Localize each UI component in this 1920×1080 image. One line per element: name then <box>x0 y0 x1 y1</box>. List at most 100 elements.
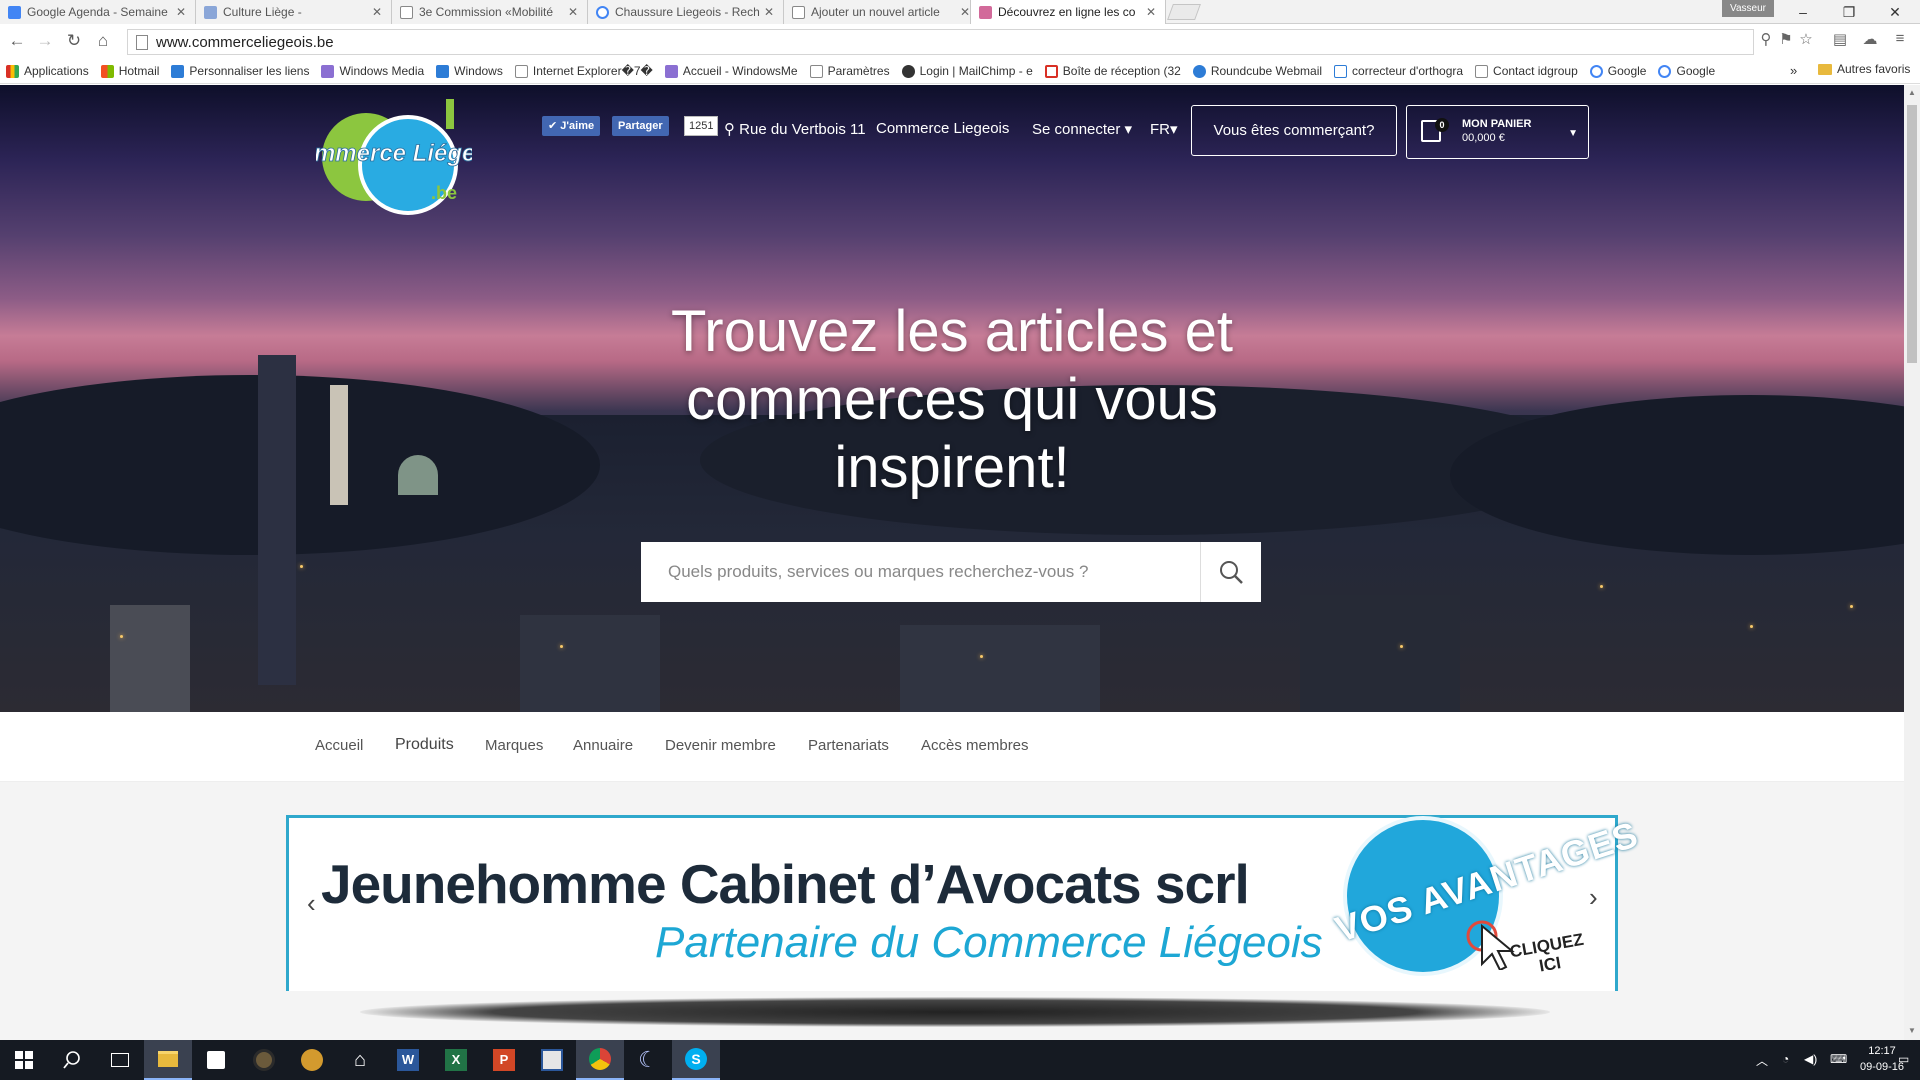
taskbar-file-explorer[interactable] <box>144 1040 192 1080</box>
tray-overflow-icon[interactable]: ︿ <box>1756 1052 1768 1069</box>
keyboard-icon[interactable]: ⌨ <box>1830 1052 1847 1066</box>
close-icon[interactable]: ✕ <box>1145 5 1157 19</box>
address-link[interactable]: ⚲ Rue du Vertbois 11 <box>724 120 866 138</box>
taskbar-app[interactable] <box>288 1040 336 1080</box>
bookmark-contact-idgroup[interactable]: Contact idgroup <box>1475 64 1578 78</box>
chevron-right-icon[interactable]: › <box>1589 882 1598 913</box>
bookmarks-overflow-button[interactable]: » <box>1790 63 1797 78</box>
scrollbar-thumb[interactable] <box>1907 105 1917 363</box>
taskbar-publisher[interactable] <box>528 1040 576 1080</box>
bookmark-label: Personnaliser les liens <box>189 64 310 78</box>
bookmark-windows-media[interactable]: Windows Media <box>321 64 424 78</box>
bookmark-correcteur[interactable]: correcteur d'orthogra <box>1334 64 1463 78</box>
menu-item-accueil[interactable]: Accueil <box>315 737 363 754</box>
cloud-icon[interactable]: ☁ <box>1860 30 1880 50</box>
menu-item-produits[interactable]: Produits <box>395 736 454 754</box>
start-button[interactable] <box>0 1040 48 1080</box>
site-icon <box>979 5 992 19</box>
building <box>1300 595 1460 712</box>
other-bookmarks[interactable]: Autres favoris <box>1818 62 1910 76</box>
bookmark-gmail[interactable]: Boîte de réception (32 <box>1044 64 1181 78</box>
menu-item-acces-membres[interactable]: Accès membres <box>921 737 1029 754</box>
facebook-like-button[interactable]: ✔ J'aime <box>542 116 601 136</box>
click-here-cta[interactable]: CLIQUEZ ICI <box>1508 930 1588 980</box>
taskbar-word[interactable]: W <box>384 1040 432 1080</box>
brand-link[interactable]: Commerce Liegeois <box>876 120 1009 137</box>
bookmark-hotmail[interactable]: Hotmail <box>100 64 159 78</box>
profile-button[interactable]: Vasseur <box>1722 0 1774 17</box>
home-icon[interactable]: ⌂ <box>92 30 114 52</box>
menu-item-partenariats[interactable]: Partenariats <box>808 737 889 754</box>
task-view-button[interactable] <box>96 1040 144 1080</box>
tab-culture-liege[interactable]: Culture Liège - ✕ <box>196 0 392 24</box>
scroll-down-icon[interactable]: ▼ <box>1906 1026 1918 1038</box>
tab-chaussure[interactable]: Chaussure Liegeois - Rech ✕ <box>588 0 784 24</box>
reload-icon[interactable]: ↻ <box>63 30 85 52</box>
tab-commerce-liegeois[interactable]: Découvrez en ligne les co ✕ <box>970 0 1166 24</box>
bookmark-windows[interactable]: Windows <box>436 64 503 78</box>
scroll-up-icon[interactable]: ▲ <box>1906 88 1918 100</box>
bookmark-mailchimp[interactable]: Login | MailChimp - e <box>901 64 1033 78</box>
chrome-icon <box>589 1048 611 1070</box>
bookmark-roundcube[interactable]: Roundcube Webmail <box>1192 64 1322 78</box>
volume-icon[interactable]: ◀) <box>1804 1052 1817 1066</box>
taskbar-powerpoint[interactable]: P <box>480 1040 528 1080</box>
chevron-left-icon[interactable]: ‹ <box>307 888 316 919</box>
merchant-button[interactable]: Vous êtes commerçant? <box>1191 105 1397 156</box>
location-pin-icon[interactable]: ⚑ <box>1776 30 1796 50</box>
bookmark-google-2[interactable]: Google <box>1658 64 1715 78</box>
close-icon[interactable]: ✕ <box>763 5 775 19</box>
close-icon[interactable]: ✕ <box>567 5 579 19</box>
partner-banner[interactable]: ‹ Jeunehomme Cabinet d’Avocats scrl Part… <box>286 813 1643 991</box>
login-dropdown[interactable]: Se connecter ▾ <box>1032 120 1132 138</box>
minimize-icon[interactable]: – <box>1780 0 1826 24</box>
back-icon[interactable]: ← <box>6 30 28 52</box>
word-icon: W <box>397 1049 419 1071</box>
tower <box>330 385 348 505</box>
taskbar-media-app[interactable] <box>240 1040 288 1080</box>
taskbar-excel[interactable]: X <box>432 1040 480 1080</box>
store-icon <box>207 1051 225 1069</box>
restore-icon[interactable]: ❐ <box>1826 0 1872 24</box>
cart-button[interactable]: 0 MON PANIER 00,000 € ▼ <box>1406 105 1589 159</box>
bookmark-google-1[interactable]: Google <box>1589 64 1646 78</box>
taskbar-chrome[interactable] <box>576 1040 624 1080</box>
tab-commission[interactable]: 3e Commission «Mobilité ✕ <box>392 0 588 24</box>
menu-item-annuaire[interactable]: Annuaire <box>573 737 633 754</box>
tab-google-agenda[interactable]: Google Agenda - Semaine ✕ <box>0 0 196 24</box>
menu-icon[interactable]: ≡ <box>1890 30 1910 50</box>
taskbar-skype[interactable]: S <box>672 1040 720 1080</box>
search-button[interactable] <box>48 1040 96 1080</box>
bookmark-label: Boîte de réception (32 <box>1062 64 1181 78</box>
forward-icon[interactable]: → <box>34 30 56 52</box>
bookmark-applications[interactable]: Applications <box>6 64 89 78</box>
menu-item-marques[interactable]: Marques <box>485 737 543 754</box>
star-icon[interactable]: ☆ <box>1796 30 1816 50</box>
search-input[interactable] <box>641 542 1200 602</box>
bookmark-parametres[interactable]: Paramètres <box>809 64 890 78</box>
bookmark-accueil-windowsme[interactable]: Accueil - WindowsMe <box>664 64 798 78</box>
facebook-share-button[interactable]: Partager <box>612 116 669 136</box>
tab-ajouter-article[interactable]: Ajouter un nouvel article ✕ <box>784 0 980 24</box>
site-logo[interactable]: Commerce Liégeois .be <box>316 99 472 219</box>
menu-item-devenir-membre[interactable]: Devenir membre <box>665 737 776 754</box>
bookmark-internet-explorer[interactable]: Internet Explorer�7� <box>514 64 653 78</box>
new-tab-button[interactable] <box>1167 4 1201 20</box>
close-icon[interactable]: ✕ <box>175 5 187 19</box>
taskbar-home[interactable]: ⌂ <box>336 1040 384 1080</box>
extension-icon[interactable]: ▤ <box>1830 30 1850 50</box>
address-bar[interactable]: www.commerceliegeois.be <box>127 29 1754 55</box>
close-window-icon[interactable]: ✕ <box>1872 0 1918 24</box>
taskbar-store[interactable] <box>192 1040 240 1080</box>
google-icon <box>1589 64 1603 78</box>
language-dropdown[interactable]: FR▾ <box>1150 120 1178 138</box>
bookmark-personnaliser[interactable]: Personnaliser les liens <box>171 64 309 78</box>
taskbar-app2[interactable]: ☾ <box>624 1040 672 1080</box>
notifications-icon[interactable]: ▭ <box>1898 1052 1909 1066</box>
search-button[interactable] <box>1200 542 1261 602</box>
zoom-icon[interactable]: ⚲ <box>1756 30 1776 50</box>
close-icon[interactable]: ✕ <box>371 5 383 19</box>
tab-label: 3e Commission «Mobilité <box>419 5 554 19</box>
network-icon[interactable]: ◔ <box>1782 1052 1789 1066</box>
city-light <box>300 565 303 568</box>
